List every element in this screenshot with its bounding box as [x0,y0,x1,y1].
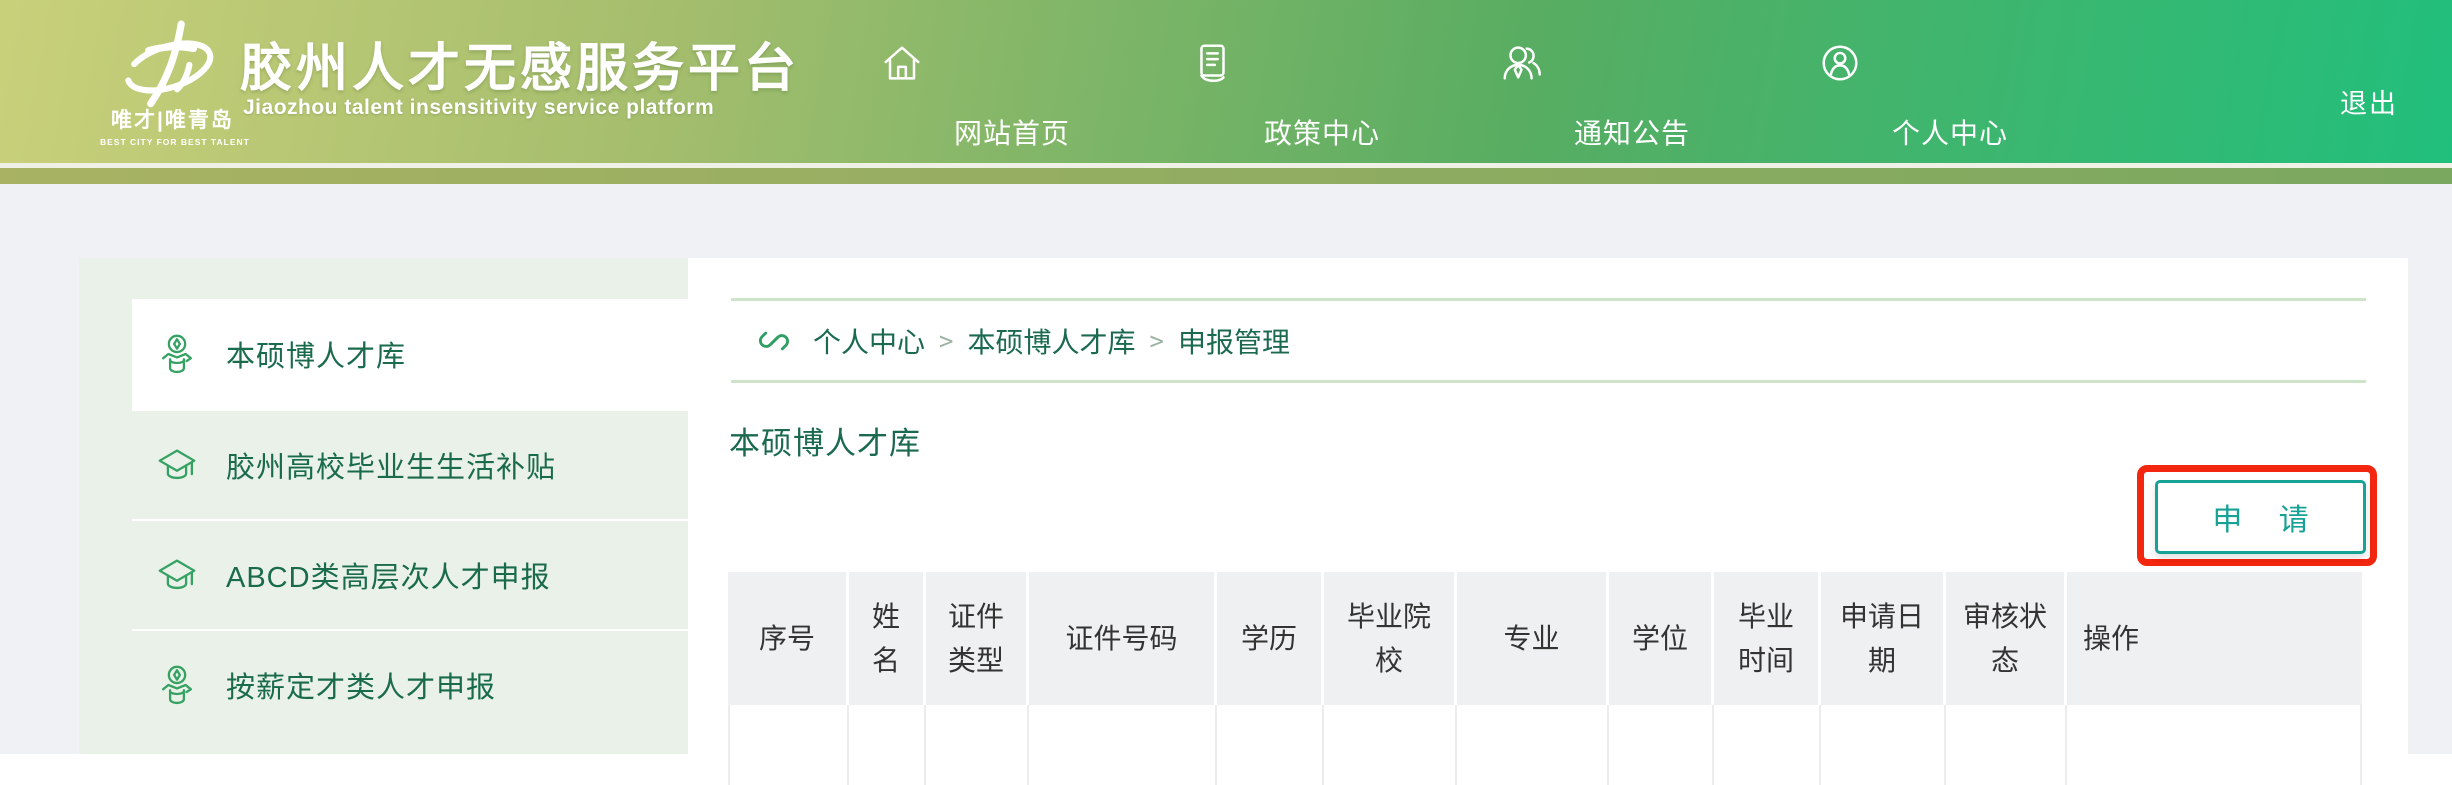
applications-table: 序号 姓名 证件类型 证件号码 学历 毕业院校 专业 学位 毕业时间 申请日期 … [728,572,2362,785]
notice-people-icon [1499,40,1545,86]
sidebar-item-label: ABCD类高层次人才申报 [226,554,551,596]
breadcrumb-separator: > [1149,327,1163,355]
apply-button[interactable]: 申 请 [2155,480,2366,554]
table-empty-row [728,705,2362,785]
sidebar-item-salary-talent[interactable]: 按薪定才类人才申报 [132,629,688,739]
col-header-education: 学历 [1217,572,1324,705]
table-cell [728,705,849,785]
page: { "brand": { "logo_text": "唯才|唯青岛", "log… [0,0,2452,754]
breadcrumb: 个人中心 > 本硕博人才库 > 申报管理 [731,298,2366,383]
table-cell [1821,705,1946,785]
col-header-apply-date: 申请日期 [1821,572,1946,705]
sidebar-menu: 本硕博人才库 胶州高校毕业生生活补贴 ABCD类高层次人才申报 [132,299,688,739]
graduation-cap-icon [154,442,200,488]
nav-label: 通知公告 [1522,112,1742,152]
page-title: 本硕博人才库 [729,418,921,463]
col-header-id-type: 证件类型 [926,572,1029,705]
header-subbar [0,168,2452,184]
nav-label: 个人中心 [1840,112,2060,152]
breadcrumb-separator: > [939,327,953,355]
nav-item-personal-center[interactable]: 个人中心 [1730,0,1950,163]
table-cell [1029,705,1217,785]
talent-person-icon [154,331,200,377]
home-icon [879,40,925,86]
table-cell [2067,705,2362,785]
sidebar-item-talent-pool[interactable]: 本硕博人才库 [132,299,688,409]
annotation-highlight-box: 申 请 [2137,465,2377,566]
sidebar-item-label: 按薪定才类人才申报 [226,664,496,706]
talent-person-icon [154,662,200,708]
col-header-major: 专业 [1457,572,1609,705]
graduation-cap-icon [154,552,200,598]
policy-doc-icon [1189,40,1235,86]
brand-logo-text: 唯才|唯青岛 BEST CITY FOR BEST TALENT [100,104,245,147]
col-header-school: 毕业院校 [1324,572,1457,705]
main-content-panel: 个人中心 > 本硕博人才库 > 申报管理 本硕博人才库 申 请 序号 姓名 证件… [688,258,2408,754]
breadcrumb-declare-management[interactable]: 申报管理 [1178,321,1290,361]
nav-item-notices[interactable]: 通知公告 [1412,0,1632,163]
nav-item-policy-center[interactable]: 政策中心 [1102,0,1322,163]
sidebar-item-label: 本硕博人才库 [226,333,406,375]
col-header-degree: 学位 [1609,572,1714,705]
table-cell [1609,705,1714,785]
nav-item-home[interactable]: 网站首页 [792,0,1012,163]
table-cell [1324,705,1457,785]
brand-logo-icon [118,18,220,110]
col-header-index: 序号 [728,572,849,705]
table-header-row: 序号 姓名 证件类型 证件号码 学历 毕业院校 专业 学位 毕业时间 申请日期 … [728,572,2362,705]
site-subtitle: Jiaozhou talent insensitivity service pl… [243,96,714,120]
table-cell [926,705,1029,785]
table-cell [849,705,926,785]
site-title: 胶州人才无感服务平台 [240,26,800,101]
col-header-actions: 操作 [2067,572,2362,705]
site-header: 唯才|唯青岛 BEST CITY FOR BEST TALENT 胶州人才无感服… [0,0,2452,163]
user-circle-icon [1817,40,1863,86]
brand-logo-tagline: BEST CITY FOR BEST TALENT [100,137,245,147]
breadcrumb-personal-center[interactable]: 个人中心 [813,321,925,361]
table-cell [1217,705,1324,785]
logout-button[interactable]: 退出 [2340,82,2398,121]
col-header-review-status: 审核状态 [1946,572,2067,705]
sidebar-item-label: 胶州高校毕业生生活补贴 [226,444,556,486]
brand-logo-slogan: 唯才|唯青岛 [100,104,245,134]
table-cell [1457,705,1609,785]
col-header-id-number: 证件号码 [1029,572,1217,705]
table-cell [1714,705,1821,785]
nav-label: 网站首页 [902,112,1122,152]
sidebar-item-graduate-subsidy[interactable]: 胶州高校毕业生生活补贴 [132,409,688,519]
sidebar-item-abcd-talent[interactable]: ABCD类高层次人才申报 [132,519,688,629]
table-cell [1946,705,2067,785]
nav-label: 政策中心 [1212,112,1432,152]
link-icon [757,324,791,358]
col-header-graduation: 毕业时间 [1714,572,1821,705]
sidebar: 本硕博人才库 胶州高校毕业生生活补贴 ABCD类高层次人才申报 [79,258,688,754]
breadcrumb-talent-pool[interactable]: 本硕博人才库 [967,321,1135,361]
col-header-name: 姓名 [849,572,926,705]
